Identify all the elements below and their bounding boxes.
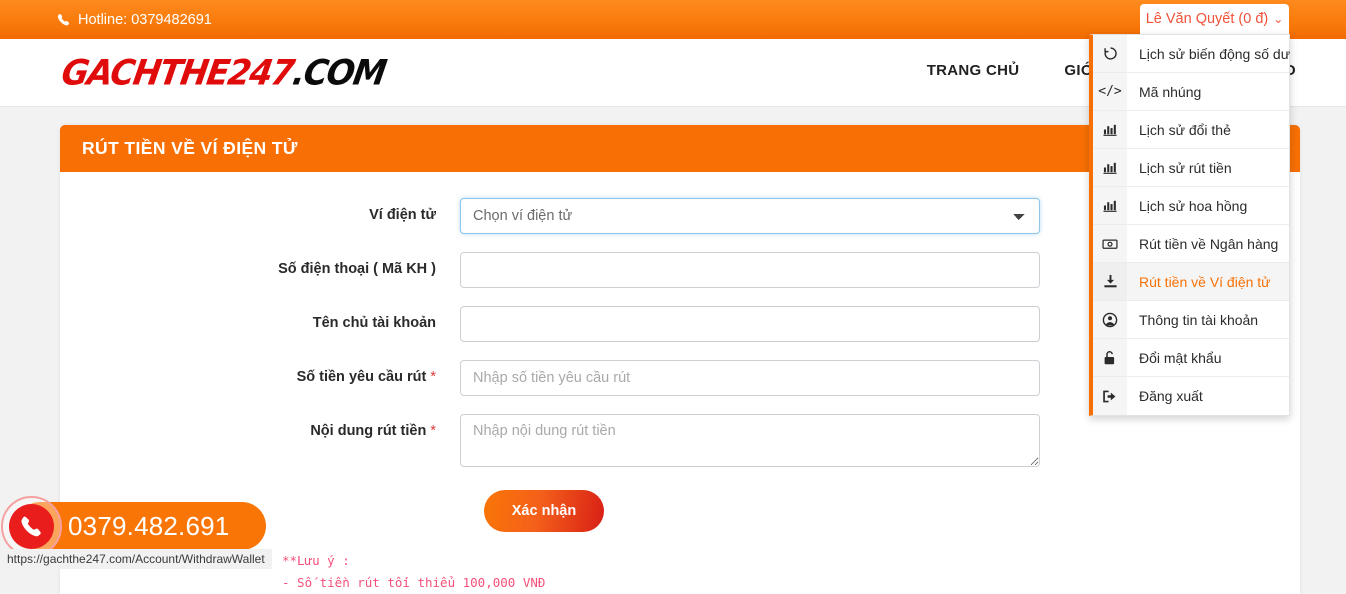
menu-item-label: Lịch sử hoa hồng xyxy=(1139,197,1248,214)
code-icon: </> xyxy=(1093,73,1127,110)
menu-item-label: Rút tiền về Ngân hàng xyxy=(1139,235,1279,252)
menu-item-commission-history[interactable]: Lịch sử hoa hồng xyxy=(1093,187,1289,225)
account-name-input[interactable] xyxy=(460,306,1040,342)
menu-item-withdraw-bank[interactable]: Rút tiền về Ngân hàng xyxy=(1093,225,1289,263)
menu-item-label: Đăng xuất xyxy=(1139,388,1203,404)
wallet-label: Ví điện tử xyxy=(369,207,436,223)
menu-item-change-password[interactable]: Đổi mật khẩu xyxy=(1093,339,1289,377)
menu-item-withdraw-ewallet[interactable]: Rút tiền về Ví điện tử xyxy=(1093,263,1289,301)
unlock-icon xyxy=(1093,339,1127,376)
menu-item-label: Rút tiền về Ví điện tử xyxy=(1139,273,1271,290)
menu-item-withdraw-history[interactable]: Lịch sử rút tiền xyxy=(1093,149,1289,187)
menu-item-account-info[interactable]: Thông tin tài khoản xyxy=(1093,301,1289,339)
wallet-select[interactable]: Chọn ví điện tử xyxy=(460,198,1040,234)
download-tray-icon xyxy=(1093,263,1127,300)
content-label-text: Nội dung rút tiền xyxy=(310,423,427,439)
menu-item-embed-code[interactable]: </> Mã nhúng xyxy=(1093,73,1289,111)
content-textarea[interactable] xyxy=(460,414,1040,467)
page-title: RÚT TIỀN VỀ VÍ ĐIỆN TỬ xyxy=(82,138,298,158)
phone-input[interactable] xyxy=(460,252,1040,288)
phone-icon xyxy=(57,13,71,27)
browser-status-bar: https://gachthe247.com/Account/WithdrawW… xyxy=(0,549,272,569)
menu-item-label: Đổi mật khẩu xyxy=(1139,349,1222,366)
amount-label: Số tiền yêu cầu rút * xyxy=(60,360,460,385)
chevron-down-icon: ⌄ xyxy=(1273,12,1284,26)
menu-item-card-exchange-history[interactable]: Lịch sử đổi thẻ xyxy=(1093,111,1289,149)
menu-item-balance-history[interactable]: Lịch sử biến động số dư xyxy=(1093,35,1291,73)
user-circle-icon xyxy=(1093,301,1127,338)
required-marker: * xyxy=(430,423,436,439)
user-account-button[interactable]: Lê Văn Quyết (0 đ) ⌄ xyxy=(1140,4,1289,34)
phone-widget-number: 0379.482.691 xyxy=(68,510,230,541)
phone-label: Số điện thoại ( Mã KH ) xyxy=(278,261,436,277)
menu-item-label: Mã nhúng xyxy=(1139,83,1202,100)
status-bar-url: https://gachthe247.com/Account/WithdrawW… xyxy=(7,552,265,566)
logo-text-suffix: .COM xyxy=(289,51,389,94)
chart-bar-icon xyxy=(1093,187,1127,224)
user-account-label: Lê Văn Quyết (0 đ) xyxy=(1145,11,1269,27)
hotline-label: Hotline: 0379482691 xyxy=(78,11,212,28)
logout-icon xyxy=(1093,377,1127,415)
required-marker: * xyxy=(430,369,436,385)
account-name-label: Tên chủ tài khoản xyxy=(312,315,436,331)
history-icon xyxy=(1093,35,1127,72)
floating-phone-widget[interactable]: 0379.482.691 xyxy=(0,496,266,557)
site-logo[interactable]: GACHTHE247.COM xyxy=(59,52,389,93)
menu-item-label: Lịch sử đổi thẻ xyxy=(1139,121,1231,138)
account-dropdown-menu: Lịch sử biến động số dư </> Mã nhúng Lịc… xyxy=(1089,34,1290,416)
chart-bar-icon xyxy=(1093,111,1127,148)
chart-bar-icon xyxy=(1093,149,1127,186)
form-row-content: Nội dung rút tiền * xyxy=(60,414,1300,472)
menu-item-label: Thông tin tài khoản xyxy=(1139,311,1259,328)
hotline-text: Hotline: 0379482691 xyxy=(57,12,212,28)
menu-item-label: Lịch sử biến động số dư xyxy=(1139,45,1291,62)
amount-input[interactable] xyxy=(460,360,1040,396)
note-line-2: - Số tiền rút tối thiểu 100,000 VNĐ xyxy=(282,574,546,590)
confirm-button[interactable]: Xác nhận xyxy=(484,490,604,532)
amount-label-text: Số tiền yêu cầu rút xyxy=(296,369,427,385)
banknote-icon xyxy=(1093,225,1127,262)
menu-item-label: Lịch sử rút tiền xyxy=(1139,159,1232,176)
content-label: Nội dung rút tiền * xyxy=(60,414,460,439)
nav-item-home[interactable]: TRANG CHỦ xyxy=(927,62,1020,79)
phone-call-icon[interactable] xyxy=(9,504,54,549)
menu-item-logout[interactable]: Đăng xuất xyxy=(1093,377,1289,415)
logo-text-primary: GACHTHE247 xyxy=(58,51,297,94)
